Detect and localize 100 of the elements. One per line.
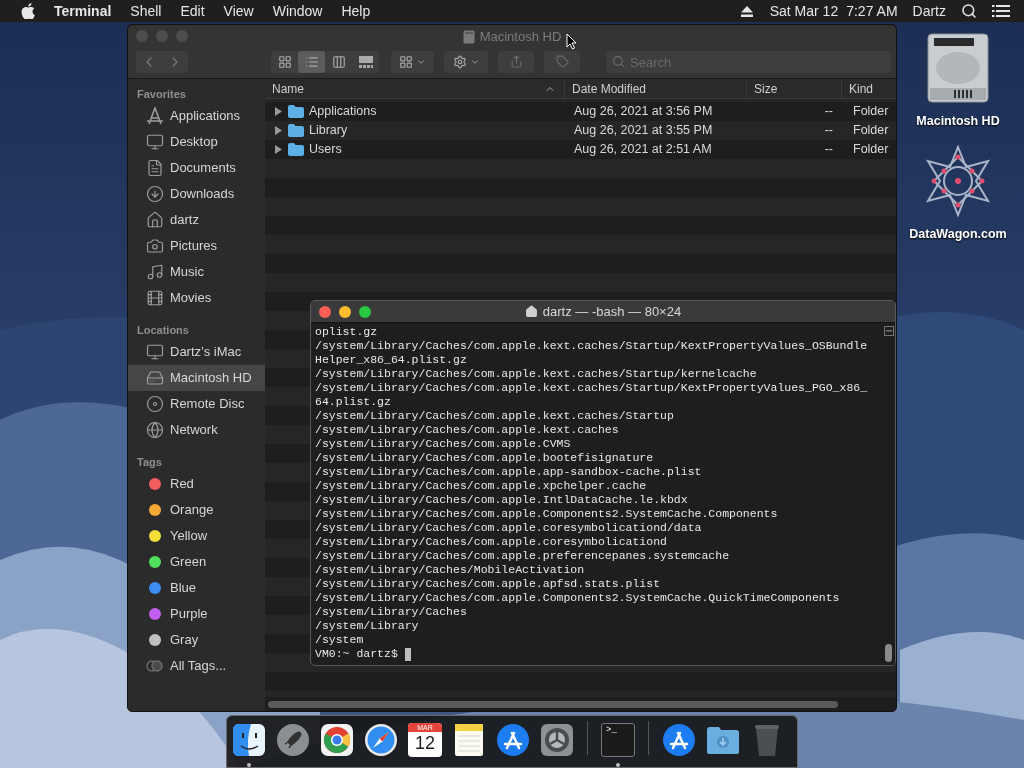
house-icon: [146, 211, 164, 229]
window-title: dartz — -bash — 80×24: [542, 302, 682, 321]
menu-item[interactable]: Help: [341, 0, 371, 22]
sidebar-item[interactable]: Macintosh HD: [128, 365, 265, 391]
file-row[interactable]: Users Aug 26, 2021 at 2:51 AM -- Folder: [265, 140, 896, 159]
arrange-button[interactable]: [391, 50, 434, 73]
disclosure-triangle-icon[interactable]: [274, 107, 283, 116]
date-modified: Aug 26, 2021 at 3:55 PM: [574, 123, 713, 138]
sidebar-label: Yellow: [170, 527, 208, 546]
sidebar-item[interactable]: Pictures: [128, 233, 265, 259]
terminal-line: /system/Library: [315, 619, 419, 633]
sidebar-item[interactable]: Applications: [128, 103, 265, 129]
compass-icon[interactable]: [363, 721, 399, 758]
hard-drive-icon[interactable]: [926, 32, 990, 104]
sidebar-item[interactable]: Yellow: [128, 523, 265, 549]
search-icon[interactable]: [961, 3, 977, 19]
file-row[interactable]: Applications Aug 26, 2021 at 3:56 PM -- Folder: [265, 102, 896, 121]
drive-icon: [462, 30, 475, 44]
menu-item[interactable]: Window: [272, 0, 323, 22]
terminal-line: /system/Library/Caches/com.apple.Components2.SystemCache.Components: [315, 507, 778, 521]
column-header[interactable]: Date Modified: [564, 79, 746, 98]
sidebar-item[interactable]: Desktop: [128, 129, 265, 155]
menu-time[interactable]: 7:27 AM: [846, 0, 898, 22]
film-icon: [146, 289, 164, 307]
sidebar-item[interactable]: Red: [128, 471, 265, 497]
file-name: Applications: [309, 103, 377, 121]
sidebar-item[interactable]: Network: [128, 417, 265, 443]
action-button[interactable]: [444, 50, 488, 73]
disclosure-triangle-icon[interactable]: [274, 126, 283, 135]
menu-date[interactable]: Sat Mar 12: [769, 0, 839, 22]
browser-icon[interactable]: [319, 721, 355, 758]
desktop-icon-label[interactable]: DataWagon.com: [909, 224, 1007, 244]
vertical-scrollbar[interactable]: [882, 323, 895, 665]
menu-item[interactable]: Shell: [130, 0, 162, 22]
camera-icon: [146, 237, 164, 255]
a-letterform-icon[interactable]: [661, 721, 697, 758]
zoom-button[interactable]: [359, 306, 371, 318]
desktop-icon-label[interactable]: Macintosh HD: [916, 112, 1000, 131]
terminal-line: /system/Library/Caches/com.apple.preferencepanes.systemcache: [315, 549, 730, 563]
close-button[interactable]: [319, 306, 331, 318]
sidebar-item[interactable]: Documents: [128, 155, 265, 181]
file-name: Library: [309, 122, 348, 140]
file-kind: Folder: [853, 123, 889, 138]
a-letterform-icon[interactable]: [495, 721, 531, 758]
sidebar-label: Gray: [170, 631, 199, 650]
sidebar-item[interactable]: Gray: [128, 627, 265, 653]
sidebar-label: Downloads: [170, 185, 235, 204]
scrollbar-thumb[interactable]: [885, 644, 892, 662]
music-note-icon: [146, 263, 164, 281]
disc-icon: [146, 395, 164, 413]
sidebar-label: Purple: [170, 605, 208, 624]
date-modified: Aug 26, 2021 at 3:56 PM: [574, 104, 713, 119]
menu-app-name[interactable]: Terminal: [54, 0, 112, 22]
menu-user[interactable]: Dartz: [912, 0, 946, 22]
terminal-line: 64.plist.gz: [315, 395, 391, 409]
menu-item[interactable]: Edit: [180, 0, 205, 22]
menu-item[interactable]: View: [223, 0, 254, 22]
column-header[interactable]: Kind: [841, 79, 896, 98]
apple-icon[interactable]: [21, 3, 35, 19]
terminal-line: oplist.gz: [315, 325, 378, 339]
rocket-icon[interactable]: [275, 721, 311, 758]
sidebar-heading: Favorites: [137, 87, 187, 101]
list-menu-icon[interactable]: [992, 4, 1010, 18]
column-header[interactable]: Size: [746, 79, 841, 98]
sidebar-item[interactable]: Purple: [128, 601, 265, 627]
sidebar-item[interactable]: Downloads: [128, 181, 265, 207]
terminal-line: /system/Library/Caches/com.apple.bootefisignature: [315, 451, 654, 465]
tag-icon: [555, 55, 569, 68]
face-icon[interactable]: [231, 721, 267, 758]
minimize-button[interactable]: [339, 306, 351, 318]
file-kind: Folder: [853, 104, 889, 119]
sidebar-label: dartz: [170, 211, 199, 230]
sidebar-item[interactable]: All Tags...: [128, 653, 265, 679]
disclosure-triangle-icon[interactable]: [274, 145, 283, 154]
sidebar-item[interactable]: Movies: [128, 285, 265, 311]
gear-icon[interactable]: [539, 721, 575, 758]
list-view-button[interactable]: [298, 50, 325, 73]
file-kind: Folder: [853, 142, 889, 157]
eject-icon[interactable]: [740, 5, 753, 17]
sidebar-label: Pictures: [170, 237, 217, 256]
file-row[interactable]: Library Aug 26, 2021 at 3:55 PM -- Folder: [265, 121, 896, 140]
sidebar-label: Movies: [170, 289, 212, 308]
sidebar-heading: Locations: [137, 323, 190, 337]
sidebar-item[interactable]: Remote Disc: [128, 391, 265, 417]
folder-icon: [288, 143, 304, 156]
sidebar-label: Green: [170, 553, 207, 572]
sidebar-item[interactable]: dartz: [128, 207, 265, 233]
sidebar-item[interactable]: Orange: [128, 497, 265, 523]
sidebar-label: Documents: [170, 159, 236, 178]
share-icon: [509, 55, 523, 68]
horizontal-scrollbar[interactable]: [268, 700, 838, 708]
split-pane-icon[interactable]: [883, 326, 894, 336]
terminal-icon[interactable]: >_: [601, 722, 635, 757]
sidebar-item[interactable]: Green: [128, 549, 265, 575]
columns-icon: [331, 54, 346, 69]
column-header[interactable]: Name: [265, 79, 564, 98]
text-cursor: [404, 647, 411, 661]
sidebar-item[interactable]: Dartz’s iMac: [128, 339, 265, 365]
sidebar-item[interactable]: Blue: [128, 575, 265, 601]
sidebar-item[interactable]: Music: [128, 259, 265, 285]
